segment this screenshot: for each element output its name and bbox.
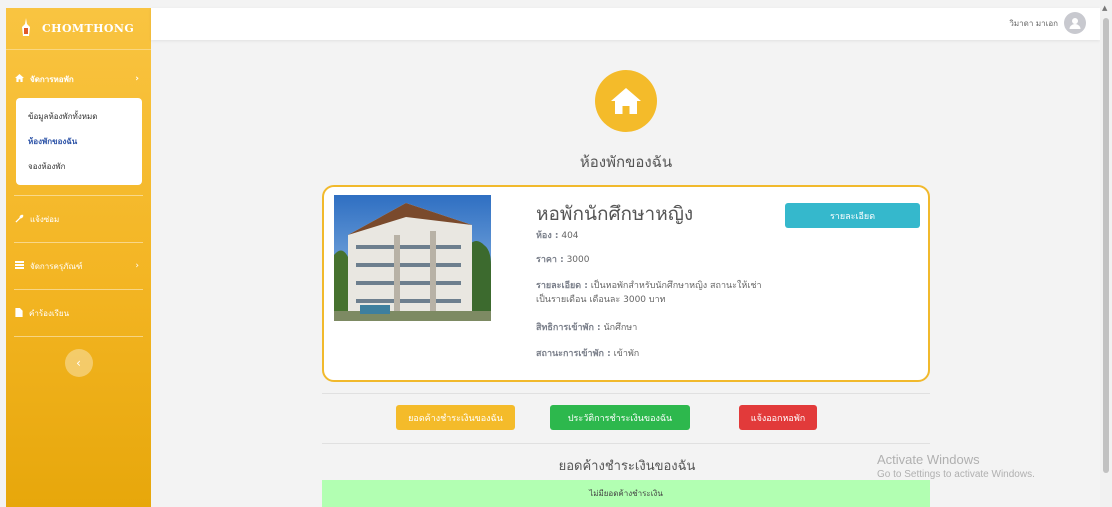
room-number: ห้อง : 404 [536,229,579,243]
sidebar-item-manage-dorm[interactable]: จัดการหอพัก › [6,66,151,92]
room-card: หอพักนักศึกษาหญิง รายละเอียด ห้อง : 404 … [322,185,930,382]
dorm-photo [334,195,491,321]
sidebar-toggle-button[interactable]: ‹ [64,349,93,377]
sidebar-divider [14,195,143,196]
avatar-icon [1064,12,1086,34]
sidebar-divider [14,242,143,243]
payment-history-button[interactable]: ประวัติการชำระเงินของฉัน [550,405,690,430]
wrench-icon [15,214,24,225]
submenu-item-book-room[interactable]: จองห้องพัก [16,154,142,179]
user-name: วิมาดา มาเอก [1009,18,1058,28]
chevron-right-icon: › [135,261,139,271]
sidebar-item-label: จัดการหอพัก [30,74,74,84]
sidebar-item-equipment[interactable]: จัดการครุภัณฑ์ › [6,253,151,279]
activation-watermark: Activate Windows Go to Settings to activ… [877,452,1035,480]
right-value: นักศึกษา [603,323,638,333]
sidebar: CHOMTHONG จัดการหอพัก › ข้อมูลห้องพักทั้… [6,8,151,507]
room-price: ราคา : 3000 [536,253,589,267]
price-label: ราคา : [536,255,564,265]
sidebar-divider [14,336,143,337]
stay-status: สถานะการเข้าพัก : เข้าพัก [536,347,639,361]
scrollbar-thumb[interactable] [1103,18,1109,473]
user-menu[interactable]: วิมาดา มาเอก [1009,12,1086,34]
room-value: 404 [561,231,579,241]
room-label: ห้อง : [536,231,559,241]
topbar: วิมาดา มาเอก [151,8,1100,40]
right-label: สิทธิการเข้าพัก : [536,323,601,333]
temple-logo-icon [20,17,32,40]
chevron-right-icon: › [135,74,139,84]
checkout-request-button[interactable]: แจ้งออกหอพัก [739,405,817,430]
submenu-item-all-rooms[interactable]: ข้อมูลห้องพักทั้งหมด [16,104,142,129]
dorm-name: หอพักนักศึกษาหญิง [536,203,694,225]
divider [322,393,930,394]
watermark-subtitle: Go to Settings to activate Windows. [877,469,1035,480]
list-icon [15,261,24,271]
page-title: ห้องพักของฉัน [579,153,673,171]
status-label: สถานะการเข้าพัก : [536,349,611,359]
submenu-item-my-room[interactable]: ห้องพักของฉัน [16,129,142,154]
watermark-title: Activate Windows [877,452,980,467]
submenu: ข้อมูลห้องพักทั้งหมด ห้องพักของฉัน จองห้… [16,98,142,185]
section-title: ยอดค้างชำระเงินของฉัน [558,459,696,474]
home-icon [15,74,24,84]
sidebar-divider [14,289,143,290]
sidebar-item-label: แจ้งซ่อม [30,214,60,224]
no-debt-alert: ไม่มียอดค้างชำระเงิน [322,480,930,507]
outstanding-payment-button[interactable]: ยอดค้างชำระเงินของฉัน [396,405,515,430]
scrollbar[interactable]: ▲ [1100,0,1112,507]
desc-label: รายละเอียด : [536,281,588,291]
sidebar-item-label: คำร้องเรียน [29,308,70,318]
brand[interactable]: CHOMTHONG [6,8,151,50]
price-value: 3000 [566,255,590,265]
stay-right: สิทธิการเข้าพัก : นักศึกษา [536,321,637,335]
home-icon [595,70,657,132]
brand-name: CHOMTHONG [42,22,135,35]
status-value: เข้าพัก [613,349,640,359]
chevron-left-icon: ‹ [76,356,81,370]
document-icon [15,307,23,319]
detail-button[interactable]: รายละเอียด [785,203,920,228]
divider [322,443,930,444]
room-description: รายละเอียด : เป็นหอพักสำหรับนักศึกษาหญิง… [536,279,776,307]
scroll-up-icon[interactable]: ▲ [1102,4,1107,12]
sidebar-item-label: จัดการครุภัณฑ์ [30,261,83,271]
sidebar-item-repair[interactable]: แจ้งซ่อม [6,206,151,232]
sidebar-item-complaint[interactable]: คำร้องเรียน [6,300,151,326]
